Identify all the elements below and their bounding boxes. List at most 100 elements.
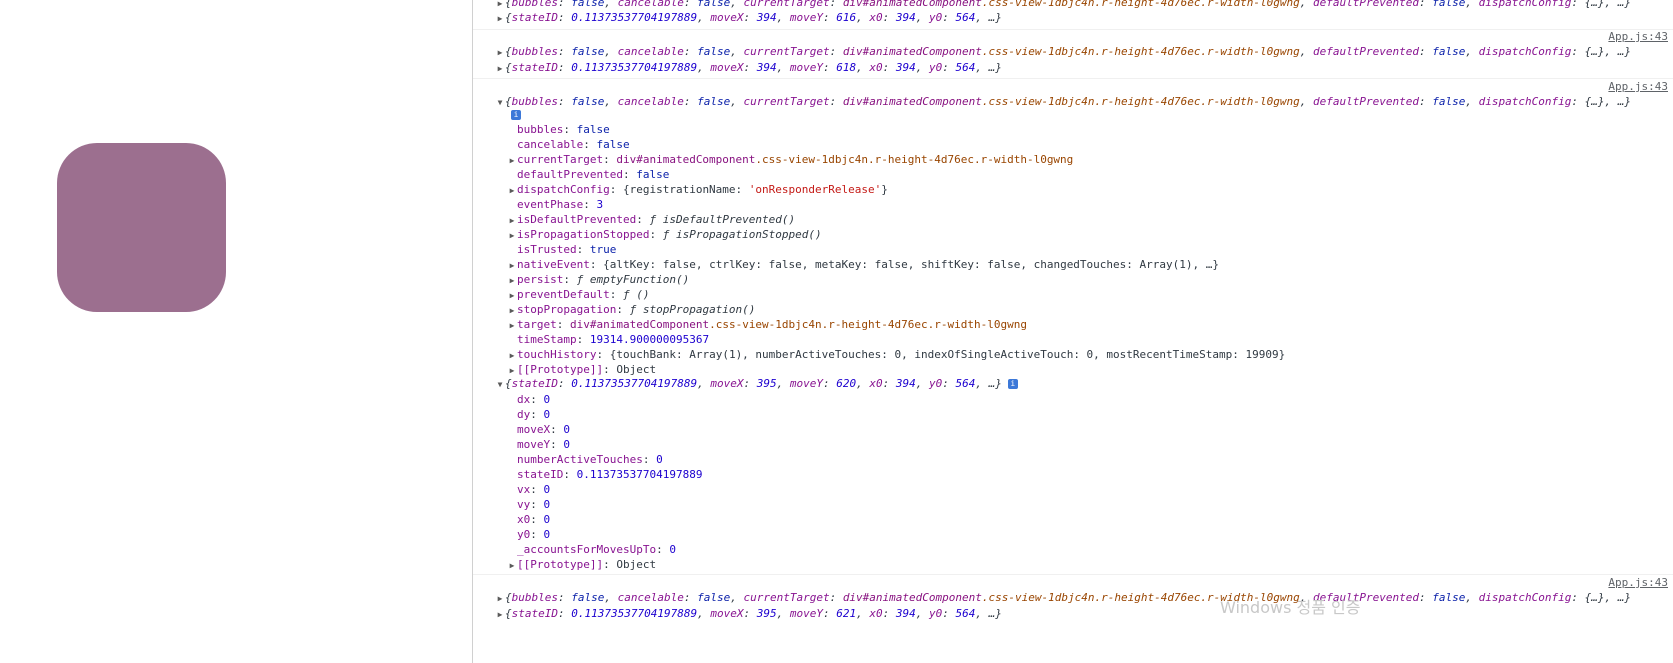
event-property-row[interactable]: ▶ isPropagationStopped: ƒ isPropagationSt… xyxy=(507,227,822,242)
event-summary-line[interactable]: ▼ {bubbles: false, cancelable: false, cur… xyxy=(495,94,1631,109)
gesture-state-summary-line[interactable]: ▶ {stateID: 0.11373537704197889, moveX: 3… xyxy=(495,60,1002,75)
separator: : xyxy=(583,198,597,211)
summary-token: : xyxy=(1571,591,1585,604)
event-property-row[interactable]: ▶ nativeEvent: {altKey: false, ctrlKey: f… xyxy=(507,257,1219,272)
summary-token: : xyxy=(683,95,698,108)
summary-token: , xyxy=(1465,45,1479,58)
summary-token: : xyxy=(1571,45,1585,58)
expand-triangle-icon[interactable]: ▶ xyxy=(507,258,517,273)
animated-component-box[interactable] xyxy=(57,143,226,312)
expand-triangle-icon[interactable]: ▶ xyxy=(495,607,505,622)
summary-token: x0 xyxy=(869,607,883,620)
source-link-app-js[interactable]: App.js:43 xyxy=(1608,30,1668,43)
event-property-row[interactable]: ▶ [[Prototype]]: Object xyxy=(507,362,657,377)
separator: : xyxy=(530,528,544,541)
expand-triangle-icon[interactable]: ▶ xyxy=(495,61,505,76)
event-property-row[interactable]: ▶ isDefaultPrevented: ƒ isDefaultPrevente… xyxy=(507,212,796,228)
expand-triangle-icon[interactable]: ▶ xyxy=(507,303,517,318)
source-link-app-js[interactable]: App.js:43 xyxy=(1608,80,1668,93)
event-property-row[interactable]: ▶ dispatchConfig: {registrationName: 'onR… xyxy=(507,182,888,197)
event-property-row: defaultPrevented: false xyxy=(517,167,669,182)
summary-token: {…} xyxy=(1584,95,1605,108)
gesture-property-row[interactable]: ▶ [[Prototype]]: Object xyxy=(507,557,657,573)
summary-token: false xyxy=(571,591,605,604)
expand-triangle-icon[interactable]: ▶ xyxy=(495,591,505,606)
collapse-triangle-icon[interactable]: ▼ xyxy=(495,377,505,392)
expand-triangle-icon[interactable]: ▶ xyxy=(507,348,517,363)
property-key: target xyxy=(517,318,557,331)
summary-token: , xyxy=(856,377,870,390)
expand-triangle-icon[interactable]: ▶ xyxy=(507,558,517,573)
summary-token: : xyxy=(882,61,896,74)
property-value: 0 xyxy=(543,513,551,526)
expand-triangle-icon[interactable]: ▶ xyxy=(495,45,505,60)
event-property-row[interactable]: ▶ currentTarget: div#animatedComponent.cs… xyxy=(507,152,1074,168)
console-message-divider xyxy=(473,29,1673,30)
expand-triangle-icon[interactable]: ▶ xyxy=(507,288,517,303)
property-value: ƒ () xyxy=(622,288,650,301)
summary-token: .css-view-1dbjc4n.r-height-4d76ec.r-widt… xyxy=(981,45,1300,58)
summary-token: false xyxy=(1432,0,1466,9)
separator: : xyxy=(649,228,663,241)
gesture-state-summary-line[interactable]: ▼ {stateID: 0.11373537704197889, moveX: 3… xyxy=(495,376,1018,391)
summary-token: 394 xyxy=(895,377,916,390)
summary-token: false xyxy=(1432,95,1466,108)
summary-token: : xyxy=(882,607,896,620)
summary-token: : xyxy=(829,0,843,9)
summary-token: , xyxy=(697,377,711,390)
summary-token: , xyxy=(604,0,618,9)
summary-token: , xyxy=(776,11,790,24)
summary-token: , xyxy=(1299,95,1314,108)
summary-token: cancelable xyxy=(617,0,684,9)
summary-token: stateID xyxy=(511,377,558,390)
property-value: ƒ isPropagationStopped() xyxy=(662,228,822,241)
property-value: {registrationName: xyxy=(622,183,749,196)
expand-triangle-icon[interactable]: ▶ xyxy=(507,183,517,198)
summary-token: div#animatedComponent xyxy=(842,591,982,604)
summary-token: : xyxy=(829,95,843,108)
summary-token: y0 xyxy=(928,377,943,390)
expand-triangle-icon[interactable]: ▶ xyxy=(507,273,517,288)
event-summary-line[interactable]: ▶ {bubbles: false, cancelable: false, cur… xyxy=(495,590,1631,605)
event-property-row[interactable]: ▶ touchHistory: {touchBank: Array(1), num… xyxy=(507,347,1286,363)
event-property-row[interactable]: ▶ target: div#animatedComponent.css-view-… xyxy=(507,317,1027,332)
event-property-row[interactable]: ▶ stopPropagation: ƒ stopPropagation() xyxy=(507,302,756,318)
expand-triangle-icon[interactable]: ▶ xyxy=(495,11,505,26)
event-property-row[interactable]: ▶ preventDefault: ƒ () xyxy=(507,287,650,303)
summary-token: : xyxy=(822,61,837,74)
event-summary-line[interactable]: ▶ {bubbles: false, cancelable: false, cur… xyxy=(495,44,1631,59)
summary-token: : xyxy=(557,0,572,9)
summary-token: , xyxy=(1299,45,1314,58)
event-property-row[interactable]: ▶ persist: ƒ emptyFunction() xyxy=(507,272,690,288)
summary-token: moveX xyxy=(710,607,744,620)
summary-token: , …} xyxy=(975,11,1002,24)
property-key: isDefaultPrevented xyxy=(517,213,637,226)
event-summary-line[interactable]: ▶ {bubbles: false, cancelable: false, cur… xyxy=(495,0,1631,10)
expand-triangle-icon[interactable]: ▶ xyxy=(507,153,517,168)
separator: : xyxy=(550,438,564,451)
gesture-property-row: moveY: 0 xyxy=(517,437,570,452)
gesture-property-row: stateID: 0.11373537704197889 xyxy=(517,467,702,482)
summary-token: dispatchConfig xyxy=(1478,45,1572,58)
event-property-row: cancelable: false xyxy=(517,137,630,152)
gesture-state-summary-line[interactable]: ▶ {stateID: 0.11373537704197889, moveX: 3… xyxy=(495,10,1002,25)
summary-token: cancelable xyxy=(617,95,684,108)
expand-triangle-icon[interactable]: ▶ xyxy=(507,228,517,243)
property-value: 19314.900000095367 xyxy=(589,333,710,346)
expand-triangle-icon[interactable]: ▶ xyxy=(507,318,517,333)
gesture-state-summary-line[interactable]: ▶ {stateID: 0.11373537704197889, moveX: 3… xyxy=(495,606,1002,621)
summary-token: : xyxy=(942,607,956,620)
property-value: true xyxy=(589,243,617,256)
summary-token: , xyxy=(604,591,618,604)
property-key: _accountsForMovesUpTo xyxy=(517,543,657,556)
separator: : xyxy=(530,483,544,496)
summary-token: 0.11373537704197889 xyxy=(571,377,698,390)
property-value: 0 xyxy=(563,423,570,436)
source-link-app-js[interactable]: App.js:43 xyxy=(1608,576,1668,589)
property-key: vx xyxy=(517,483,531,496)
property-value: .css-view-1dbjc4n.r-height-4d76ec.r-widt… xyxy=(755,153,1074,166)
summary-token: y0 xyxy=(928,61,943,74)
gesture-property-row: x0: 0 xyxy=(517,512,550,527)
collapse-triangle-icon[interactable]: ▼ xyxy=(495,95,505,110)
expand-triangle-icon[interactable]: ▶ xyxy=(507,213,517,228)
